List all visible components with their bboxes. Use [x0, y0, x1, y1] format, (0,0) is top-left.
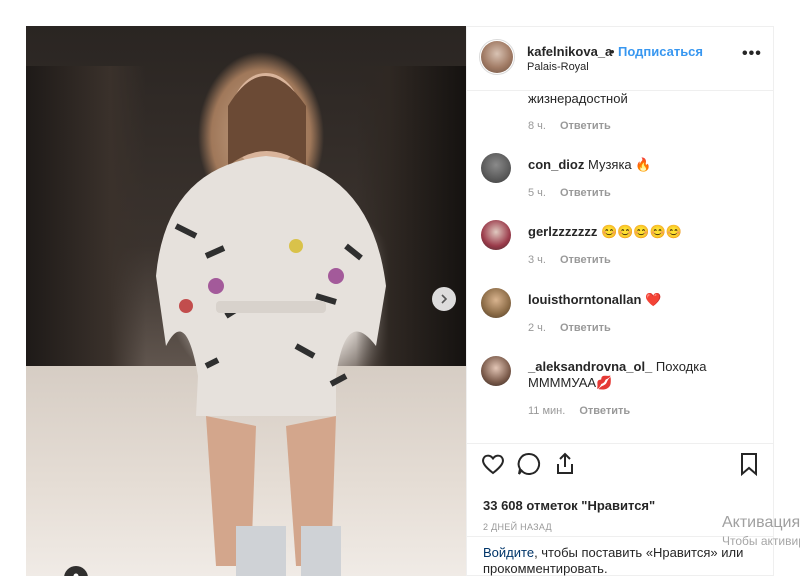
comment-username[interactable]: gerlzzzzzzz	[528, 224, 597, 239]
post-username[interactable]: kafelnikova_a	[527, 44, 612, 59]
comment-time: 3 ч.	[528, 254, 546, 266]
post-side-panel: kafelnikova_a • Подписаться Palais-Royal…	[466, 26, 774, 576]
more-options-icon[interactable]: •••	[742, 45, 762, 63]
share-icon[interactable]	[551, 450, 579, 478]
comment-meta: 5 ч. Ответить	[528, 187, 611, 199]
login-link[interactable]: Войдите	[483, 545, 534, 560]
heart-icon[interactable]	[479, 450, 507, 478]
comment-meta: 8 ч. Ответить	[528, 120, 611, 132]
list-item: con_dioz Музяка 🔥	[528, 157, 758, 173]
list-item: gerlzzzzzzz 😊😊😊😊😊	[528, 224, 758, 240]
comment-icon[interactable]	[515, 450, 543, 478]
post-timestamp: 2 ДНЕЙ НАЗАД	[483, 522, 552, 532]
page-left-gutter	[0, 0, 26, 586]
comment-username[interactable]: _aleksandrovna_ol_	[528, 359, 652, 374]
windows-activation-watermark: Активация Чтобы активировать Windows, пе…	[722, 514, 800, 586]
reply-button[interactable]: Ответить	[560, 254, 611, 266]
comment-time: 2 ч.	[528, 322, 546, 334]
reply-button[interactable]: Ответить	[560, 187, 611, 199]
avatar-photo	[481, 41, 513, 73]
comment-username[interactable]: con_dioz	[528, 157, 584, 172]
comment-meta: 11 мин. Ответить	[528, 405, 630, 417]
bookmark-icon[interactable]	[735, 450, 763, 478]
comment-avatar[interactable]	[481, 220, 511, 250]
follow-button[interactable]: Подписаться	[618, 44, 703, 59]
comment-text: Музяка 🔥	[587, 157, 652, 172]
avatar[interactable]	[479, 39, 515, 75]
activation-subtitle: Чтобы активировать Windows, перейдите в …	[722, 534, 800, 548]
header-separator: •	[610, 44, 615, 59]
comment-avatar[interactable]	[481, 288, 511, 318]
reply-button[interactable]: Ответить	[560, 120, 611, 132]
post-location[interactable]: Palais-Royal	[527, 61, 589, 73]
list-item: louisthorntonallan ❤️	[528, 292, 758, 308]
comment-time: 5 ч.	[528, 187, 546, 199]
activation-title: Активация	[722, 514, 800, 531]
comment-text: 😊😊😊😊😊	[600, 224, 682, 239]
comment-time: 8 ч.	[528, 120, 546, 132]
reply-button[interactable]: Ответить	[560, 322, 611, 334]
chevron-right-icon[interactable]	[432, 287, 456, 311]
comment-meta: 2 ч. Ответить	[528, 322, 611, 334]
comment-time: 11 мин.	[528, 405, 566, 417]
comment-avatar[interactable]	[481, 153, 511, 183]
comment-text: ❤️	[645, 292, 662, 307]
comment-text-fragment: жизнерадостной	[528, 91, 628, 106]
comments-list[interactable]: жизнерадостной 8 ч. Ответить con_dioz Муз…	[467, 91, 773, 443]
post-photo	[26, 26, 466, 576]
photo-model-figure	[156, 73, 386, 576]
reply-button[interactable]: Ответить	[579, 405, 630, 417]
comment-avatar[interactable]	[481, 356, 511, 386]
comment-meta: 3 ч. Ответить	[528, 254, 611, 266]
comment-username[interactable]: louisthorntonallan	[528, 292, 641, 307]
likes-count[interactable]: 33 608 отметок "Нравится"	[483, 498, 655, 513]
post-header: kafelnikova_a • Подписаться Palais-Royal…	[467, 27, 773, 91]
list-item: _aleksandrovna_ol_ Походка ММММУАА💋	[528, 359, 758, 391]
